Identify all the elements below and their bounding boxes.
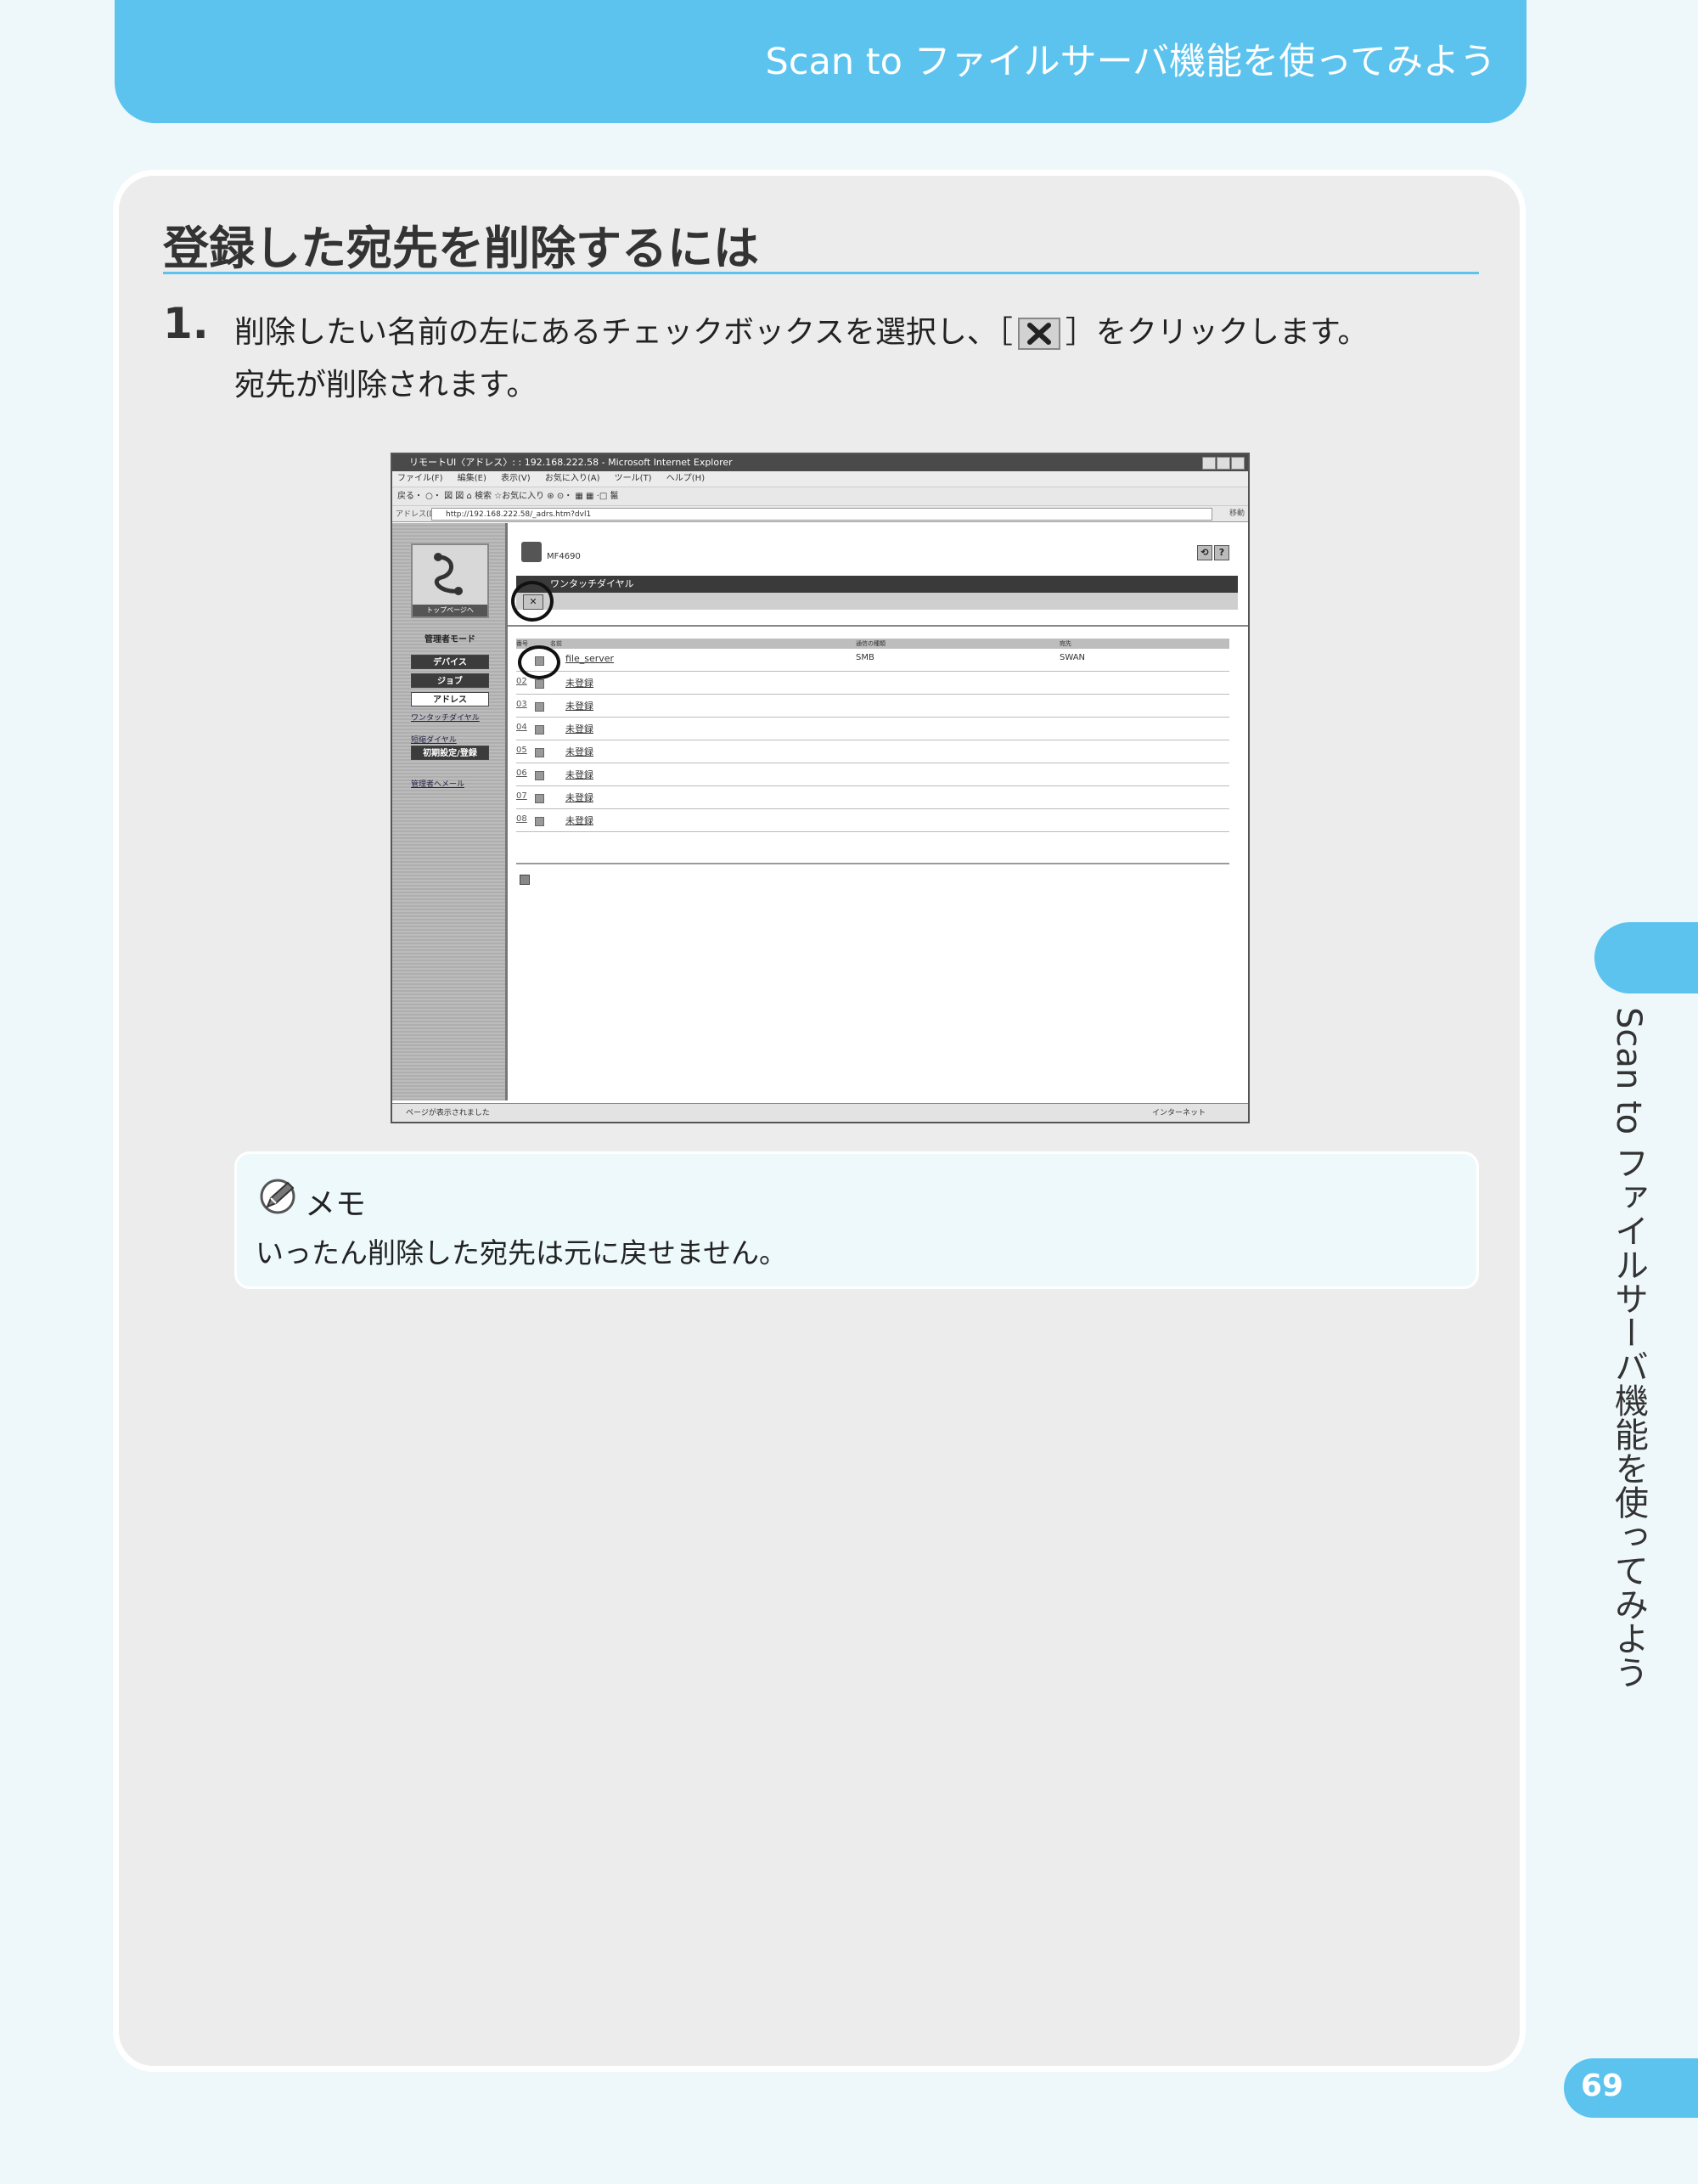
status-bar: ページが表示されました インターネット xyxy=(392,1103,1248,1122)
action-bar xyxy=(516,593,1238,610)
col-number: 番号 xyxy=(516,640,528,647)
row-number: 06 xyxy=(516,768,527,778)
speed-dial-link[interactable]: 短縮ダイヤル xyxy=(411,734,457,745)
row-name[interactable]: file_server xyxy=(565,653,614,664)
pencil-icon xyxy=(260,1179,295,1214)
row-checkbox[interactable] xyxy=(535,794,544,803)
onetouch-heading: ワンタッチダイヤル xyxy=(516,576,1238,593)
row-name[interactable]: 未登録 xyxy=(565,745,593,758)
table-row[interactable]: file_server SMB SWAN xyxy=(516,649,1229,672)
step-text-after: ］をクリックします。 xyxy=(1065,315,1369,350)
row-name[interactable]: 未登録 xyxy=(565,722,593,735)
row-number: 02 xyxy=(516,677,527,686)
table-row[interactable]: 05 未登録 xyxy=(516,740,1229,763)
nav-address-button[interactable]: アドレス xyxy=(411,692,489,706)
row-dest: SWAN xyxy=(1060,653,1086,662)
col-type: 通信の種類 xyxy=(856,640,886,647)
device-name: MF4690 xyxy=(547,552,581,561)
section-title: 登録した宛先を削除するには xyxy=(163,222,759,275)
header-band: Scan to ファイルサーバ機能を使ってみよう xyxy=(115,0,1527,123)
row-number: 07 xyxy=(516,791,527,801)
row-name[interactable]: 未登録 xyxy=(565,768,593,781)
row-checkbox[interactable] xyxy=(535,725,544,735)
memo-box: メモ いったん削除した宛先は元に戻せません。 xyxy=(234,1151,1479,1289)
step-number: 1. xyxy=(163,299,209,348)
col-dest: 宛先 xyxy=(1060,640,1071,647)
row-checkbox[interactable] xyxy=(535,702,544,712)
side-tab xyxy=(1594,922,1698,993)
row-number: 05 xyxy=(516,746,527,755)
table-bottom-rule xyxy=(516,863,1229,864)
status-text: ページが表示されました xyxy=(406,1109,490,1117)
col-name: 名前 xyxy=(550,640,562,647)
remote-ui-main: MF4690 ⟲ ? ワンタッチダイヤル ✕ 番号 名前 通信の種類 宛先 fi… xyxy=(508,523,1248,1100)
table-row[interactable]: 07 未登録 xyxy=(516,786,1229,809)
row-checkbox[interactable] xyxy=(535,771,544,780)
delete-x-icon xyxy=(1017,318,1060,350)
row-name[interactable]: 未登録 xyxy=(565,676,593,690)
refresh-icon[interactable]: ⟲ xyxy=(1197,545,1212,560)
address-input[interactable]: http://192.168.222.58/_adrs.htm?dvl1 xyxy=(431,508,1212,521)
divider xyxy=(508,625,1248,627)
row-name[interactable]: 未登録 xyxy=(565,791,593,804)
row-number: 04 xyxy=(516,723,527,732)
init-settings-button[interactable]: 初期設定/登録 xyxy=(411,746,489,760)
step-subtext: 宛先が削除されます。 xyxy=(234,368,537,402)
row-number: 08 xyxy=(516,814,527,824)
page-number: 69 xyxy=(1581,2069,1624,2103)
section-rule xyxy=(163,272,1479,274)
memo-title: メモ xyxy=(305,1187,367,1222)
step-text: 削除したい名前の左にあるチェックボックスを選択し、［ ］をクリックします。 xyxy=(234,307,1368,352)
row-type: SMB xyxy=(856,653,874,662)
nav-job-button[interactable]: ジョブ xyxy=(411,673,489,688)
nav-device-button[interactable]: デバイス xyxy=(411,655,489,669)
highlight-delete-circle xyxy=(511,581,554,622)
table-row[interactable]: 03 未登録 xyxy=(516,695,1229,718)
row-checkbox[interactable] xyxy=(535,679,544,689)
close-icon[interactable] xyxy=(1231,457,1245,470)
table-row[interactable]: 02 未登録 xyxy=(516,672,1229,695)
help-icon[interactable]: ? xyxy=(1214,545,1229,560)
printer-icon xyxy=(521,542,542,562)
maximize-icon[interactable] xyxy=(1217,457,1230,470)
address-bar: アドレス(D) http://192.168.222.58/_adrs.htm?… xyxy=(392,505,1248,522)
minimize-icon[interactable] xyxy=(1202,457,1216,470)
zone-text: インターネット xyxy=(1151,1109,1206,1117)
admin-mail-link[interactable]: 管理者へメール xyxy=(411,778,464,789)
table-row[interactable]: 04 未登録 xyxy=(516,718,1229,740)
onetouch-link[interactable]: ワンタッチダイヤル xyxy=(411,712,480,723)
back-to-top-icon[interactable] xyxy=(520,875,530,885)
header-title: Scan to ファイルサーバ機能を使ってみよう xyxy=(765,41,1496,83)
table-row[interactable]: 08 未登録 xyxy=(516,809,1229,832)
menu-bar[interactable]: ファイル(F) 編集(E) 表示(V) お気に入り(A) ツール(T) ヘルプ(… xyxy=(392,471,1248,487)
row-number: 03 xyxy=(516,700,527,709)
remote-ui-sidebar: トップページへ 管理者モード デバイス ジョブ アドレス ワンタッチダイヤル 短… xyxy=(392,523,508,1100)
table-header: 番号 名前 通信の種類 宛先 xyxy=(516,639,1229,649)
table-row[interactable]: 06 未登録 xyxy=(516,763,1229,786)
row-checkbox[interactable] xyxy=(535,748,544,757)
logo-caption: トップページへ xyxy=(413,605,487,616)
browser-toolbar[interactable]: 戻る・ ○・ 図 図 ⌂ 検索 ☆お気に入り ⊛ ⊙・ ▦ ▦ ·□ 鬣 xyxy=(392,487,1248,505)
step-text-before: 削除したい名前の左にあるチェックボックスを選択し、［ xyxy=(234,315,1013,350)
mode-label: 管理者モード xyxy=(424,635,475,645)
side-tab-text: Scan to ファイルサーバ機能を使ってみよう xyxy=(1609,1007,1648,1689)
memo-text: いったん削除した宛先は元に戻せません。 xyxy=(256,1236,788,1269)
window-titlebar: リモートUI〈アドレス〉: : 192.168.222.58 - Microso… xyxy=(392,454,1248,471)
row-name[interactable]: 未登録 xyxy=(565,699,593,712)
remote-ui-logo[interactable]: トップページへ xyxy=(411,543,489,618)
row-checkbox[interactable] xyxy=(535,817,544,826)
ui-screenshot: リモートUI〈アドレス〉: : 192.168.222.58 - Microso… xyxy=(391,453,1250,1123)
go-button[interactable]: 移動 xyxy=(1229,508,1245,521)
route-icon xyxy=(434,553,463,595)
row-name[interactable]: 未登録 xyxy=(565,813,593,827)
